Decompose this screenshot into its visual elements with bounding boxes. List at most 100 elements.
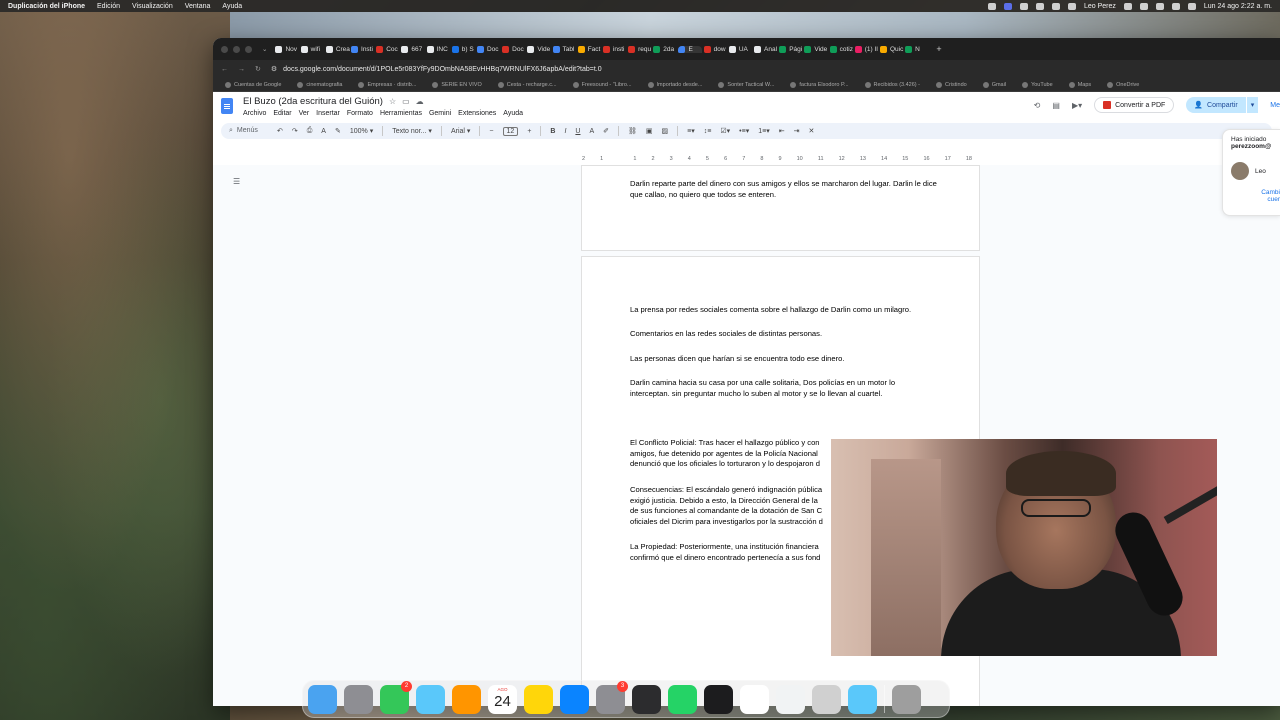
- bookmark-item[interactable]: Empresas · distrib...: [358, 81, 416, 88]
- dock-photos-icon[interactable]: [452, 684, 481, 714]
- menubar-item-visualizacion[interactable]: Visualización: [132, 3, 173, 10]
- menubar-clock[interactable]: Lun 24 ago 2:22 a. m.: [1204, 3, 1272, 10]
- menubar-user[interactable]: Leo Perez: [1084, 3, 1116, 10]
- docs-menu-formato[interactable]: Formato: [347, 110, 373, 117]
- underline-icon[interactable]: U: [575, 128, 580, 135]
- bookmark-item[interactable]: Sonter Tactical W...: [718, 81, 774, 88]
- increase-font-size-icon[interactable]: +: [527, 128, 531, 135]
- browser-tab[interactable]: Insti: [351, 45, 375, 53]
- browser-tab[interactable]: UA: [728, 45, 753, 53]
- wifi-icon[interactable]: [1155, 2, 1164, 10]
- decrease-font-size-icon[interactable]: −: [489, 128, 493, 135]
- dock-obs-icon[interactable]: [704, 684, 733, 714]
- dock-quicktime-icon[interactable]: [848, 684, 877, 714]
- clear-formatting-icon[interactable]: ✕: [808, 127, 814, 135]
- status-icon-3[interactable]: [1035, 2, 1044, 10]
- browser-tab[interactable]: Fact: [577, 45, 602, 53]
- reload-icon[interactable]: ↻: [255, 65, 261, 73]
- docs-menu-ver[interactable]: Ver: [299, 110, 310, 117]
- browser-tab[interactable]: cotiz: [829, 45, 854, 53]
- horizontal-ruler[interactable]: 2 1 1 2 3 4 5 6 7 8 9 10 11 12 13 14 15 16 17 18: [582, 156, 972, 164]
- docs-menu-archivo[interactable]: Archivo: [243, 110, 266, 117]
- browser-tab[interactable]: E: [678, 45, 703, 53]
- account-user-row[interactable]: Leo: [1231, 162, 1280, 180]
- line-spacing-icon[interactable]: ↕≡: [704, 128, 712, 135]
- docs-menu-editar[interactable]: Editar: [273, 110, 291, 117]
- bookmark-item[interactable]: YouTube: [1022, 81, 1053, 88]
- dock-app-store-icon[interactable]: [560, 684, 589, 714]
- url-field[interactable]: docs.google.com/document/d/1POLe5r083YfF…: [283, 66, 601, 73]
- docs-menu-herramientas[interactable]: Herramientas: [380, 110, 422, 117]
- insert-image-icon[interactable]: ▨: [662, 127, 669, 135]
- browser-tab[interactable]: Doc: [476, 45, 501, 53]
- status-icon-1[interactable]: [987, 2, 996, 10]
- text-color-icon[interactable]: A: [589, 128, 594, 135]
- close-window-button[interactable]: [221, 45, 228, 53]
- browser-tab[interactable]: Anal: [754, 45, 778, 53]
- account-truncated[interactable]: Me: [1270, 102, 1280, 109]
- dock-whatsapp-icon[interactable]: [668, 684, 697, 714]
- forward-arrow-icon[interactable]: →: [238, 66, 245, 73]
- meet-icon[interactable]: ▶▾: [1072, 101, 1082, 110]
- share-button[interactable]: 👤 Compartir: [1186, 97, 1246, 113]
- bulleted-list-icon[interactable]: •≡▾: [739, 127, 749, 135]
- browser-tab[interactable]: insti: [602, 45, 627, 53]
- dock-launchpad-icon[interactable]: [344, 684, 373, 714]
- battery-icon[interactable]: [1139, 2, 1148, 10]
- dock-davinci-resolve-icon[interactable]: [632, 684, 661, 714]
- browser-tab[interactable]: requ: [628, 45, 652, 53]
- screen-record-icon[interactable]: [1003, 2, 1012, 10]
- docs-menu-insertar[interactable]: Insertar: [316, 110, 340, 117]
- bookmark-item[interactable]: Cristindo: [935, 81, 967, 88]
- control-center-icon[interactable]: [1123, 2, 1132, 10]
- checklist-icon[interactable]: ☑▾: [720, 127, 730, 135]
- docs-menu-extensiones[interactable]: Extensiones: [458, 110, 496, 117]
- browser-tab[interactable]: wifi: [300, 45, 325, 53]
- bookmark-item[interactable]: Cuentas de Google: [225, 81, 281, 88]
- dock-trash-icon[interactable]: [892, 684, 921, 714]
- minimize-window-button[interactable]: [233, 45, 240, 53]
- site-info-icon[interactable]: ⚙: [271, 65, 277, 73]
- browser-tab[interactable]: Quic: [879, 45, 904, 53]
- cloud-status-icon[interactable]: ☁: [416, 97, 424, 106]
- bookmark-item[interactable]: Cesta - recharge.c...: [497, 81, 557, 88]
- docs-menu-ayuda[interactable]: Ayuda: [503, 110, 523, 117]
- dock-finder-icon[interactable]: [308, 684, 337, 714]
- print-icon[interactable]: ⎙: [307, 127, 313, 135]
- numbered-list-icon[interactable]: 1≡▾: [758, 127, 770, 135]
- browser-tab[interactable]: b) S: [451, 45, 476, 53]
- undo-icon[interactable]: ↶: [277, 127, 283, 135]
- menubar-item-edicion[interactable]: Edición: [97, 3, 120, 10]
- bookmark-item[interactable]: cinematografia: [297, 81, 342, 88]
- dock-messages-icon[interactable]: 2: [380, 680, 412, 714]
- browser-tab[interactable]: Nov: [275, 45, 299, 53]
- bold-icon[interactable]: B: [550, 128, 555, 135]
- browser-tab[interactable]: 2da: [653, 45, 677, 53]
- star-icon[interactable]: ☆: [389, 97, 396, 106]
- browser-tab[interactable]: Vide: [804, 45, 828, 53]
- dock-docs-app-icon[interactable]: [740, 684, 769, 714]
- document-outline-icon[interactable]: ☰: [233, 177, 240, 186]
- document-title[interactable]: El Buzo (2da escritura del Guión): [243, 96, 383, 107]
- comments-icon[interactable]: ▤: [1052, 101, 1060, 110]
- browser-tab[interactable]: Tabl: [552, 45, 577, 53]
- bookmark-item[interactable]: Gmail: [982, 81, 1006, 88]
- dock-chrome-icon[interactable]: [776, 684, 805, 714]
- dock-calendar-icon[interactable]: AGO 24: [488, 684, 517, 714]
- spotlight-search-icon[interactable]: [1171, 2, 1180, 10]
- browser-tab[interactable]: dow: [703, 45, 728, 53]
- tab-search-chevron-icon[interactable]: ⌄: [262, 45, 267, 53]
- bookmark-item[interactable]: Importado desde...: [647, 81, 702, 88]
- browser-tab[interactable]: 667: [401, 45, 425, 53]
- new-tab-button[interactable]: +: [936, 44, 941, 54]
- browser-tab[interactable]: Pági: [779, 45, 803, 53]
- dock-notes-icon[interactable]: [524, 684, 553, 714]
- font-select[interactable]: Arial ▾: [451, 127, 470, 135]
- switch-account-link[interactable]: Cambi cuer: [1231, 189, 1280, 203]
- menubar-item-ventana[interactable]: Ventana: [185, 3, 211, 10]
- dock-system-settings-icon[interactable]: 3: [596, 680, 628, 714]
- browser-tab[interactable]: Vide: [527, 45, 551, 53]
- convert-to-pdf-button[interactable]: Convertir a PDF: [1094, 97, 1175, 113]
- link-icon[interactable]: ⛓: [628, 127, 637, 135]
- spellcheck-icon[interactable]: A: [321, 128, 326, 135]
